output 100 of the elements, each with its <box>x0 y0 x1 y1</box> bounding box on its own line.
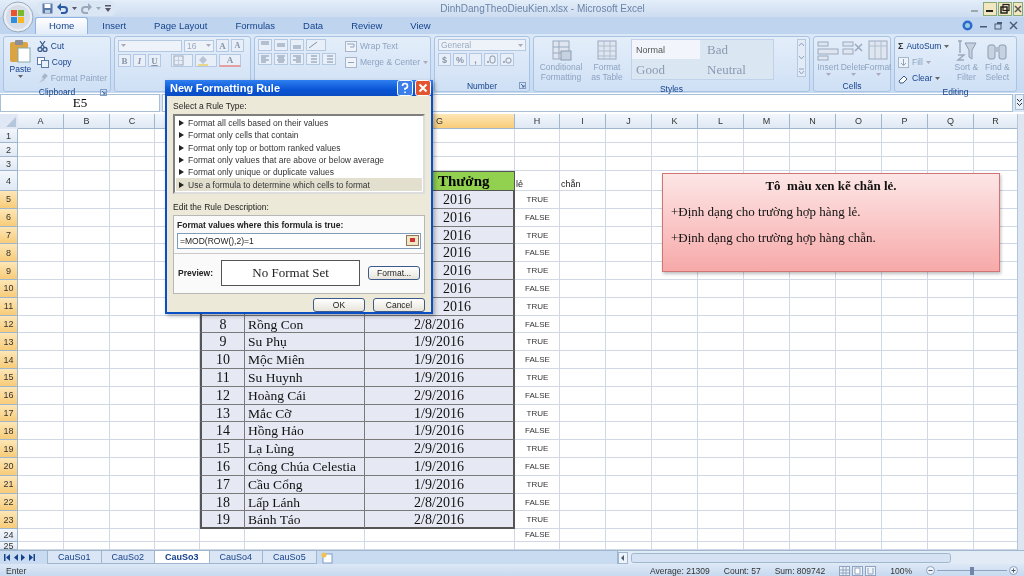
ribbon-tab[interactable]: Insert <box>88 17 141 34</box>
cut-button[interactable]: Cut <box>36 39 107 53</box>
text-orientation-icon[interactable] <box>306 39 326 51</box>
rule-type-item[interactable]: Use a formula to determine which cells to format <box>176 178 422 191</box>
page-layout-view-icon[interactable] <box>852 565 864 576</box>
customize-toolbar-icon[interactable] <box>105 4 111 13</box>
row-header[interactable]: 4 <box>0 171 18 191</box>
row-header[interactable]: 13 <box>0 333 18 352</box>
ribbon-tab[interactable]: Page Layout <box>140 17 222 34</box>
sheet-tab[interactable]: CauSo5 <box>262 551 317 564</box>
column-header[interactable]: L <box>698 114 744 129</box>
borders-icon[interactable] <box>171 54 193 67</box>
help-icon[interactable] <box>397 80 413 96</box>
cell-styles-gallery[interactable]: Normal Bad Good Neutral <box>631 39 774 80</box>
cancel-button[interactable]: Cancel <box>373 297 425 312</box>
dialog-launcher-icon[interactable] <box>519 82 526 89</box>
insert-sheet-icon[interactable] <box>320 552 335 564</box>
ribbon-tab[interactable]: Formulas <box>221 17 290 34</box>
first-sheet-icon[interactable] <box>4 554 10 561</box>
scroll-thumb-icon[interactable] <box>631 552 951 563</box>
align-left-icon[interactable] <box>258 53 272 65</box>
paste-button[interactable]: Paste <box>7 39 34 78</box>
row-header[interactable]: 24 <box>0 529 18 543</box>
row-header[interactable]: 3 <box>0 157 18 171</box>
format-button[interactable]: Format... <box>368 265 420 280</box>
rule-type-item[interactable]: Format only top or bottom ranked values <box>176 141 422 154</box>
save-icon[interactable] <box>42 3 53 14</box>
formula-field[interactable]: =MOD(ROW(),2)=1 <box>177 232 421 249</box>
rule-type-item[interactable]: Format only values that are above or below average <box>176 153 422 167</box>
dialog-launcher-icon[interactable] <box>100 88 107 96</box>
row-header[interactable]: 19 <box>0 440 18 458</box>
row-header[interactable]: 9 <box>0 262 18 280</box>
row-header[interactable]: 14 <box>0 351 18 369</box>
align-middle-icon[interactable] <box>274 39 288 51</box>
clear-button[interactable]: Clear <box>898 71 950 85</box>
sheet-tab[interactable]: CauSo4 <box>208 551 264 564</box>
undo-icon[interactable] <box>57 3 68 14</box>
ribbon-tab[interactable]: View <box>396 17 445 34</box>
slider-thumb[interactable] <box>970 566 974 575</box>
column-header[interactable]: B <box>64 114 110 129</box>
increase-indent-icon[interactable] <box>322 53 336 65</box>
vertical-scrollbar[interactable] <box>1017 114 1024 550</box>
row-header[interactable]: 18 <box>0 422 18 441</box>
sheet-tab[interactable]: CauSo1 <box>47 551 102 564</box>
column-header[interactable]: M <box>744 114 790 129</box>
page-break-view-icon[interactable] <box>865 565 877 576</box>
minimize-icon[interactable] <box>983 1 997 16</box>
column-header[interactable]: R <box>974 114 1017 129</box>
increase-decimal-icon[interactable] <box>484 53 498 66</box>
ribbon-tab[interactable]: Data <box>289 17 338 34</box>
help-icon[interactable] <box>962 20 973 31</box>
decrease-indent-icon[interactable] <box>306 53 320 65</box>
fill-color-icon[interactable] <box>195 54 217 67</box>
copy-button[interactable]: Copy <box>36 55 107 69</box>
zoom-in-icon[interactable] <box>1009 566 1018 575</box>
column-header[interactable]: P <box>882 114 928 129</box>
ribbon-tab[interactable]: Review <box>337 17 397 34</box>
ok-button[interactable]: OK <box>313 297 365 312</box>
column-header[interactable]: K <box>652 114 698 129</box>
close-icon[interactable] <box>1013 1 1023 16</box>
expand-icon[interactable] <box>1015 94 1024 110</box>
cell-style[interactable]: Normal <box>632 40 700 59</box>
align-bottom-icon[interactable] <box>290 39 304 51</box>
align-top-icon[interactable] <box>258 39 272 51</box>
ribbon-tab[interactable]: Home <box>35 17 89 34</box>
zoom-out-icon[interactable] <box>926 566 935 575</box>
previous-sheet-icon[interactable] <box>13 554 18 561</box>
rule-type-list[interactable] <box>173 114 425 194</box>
zoom-slider[interactable] <box>937 566 1007 575</box>
column-header[interactable]: A <box>18 114 64 129</box>
align-right-icon[interactable] <box>290 53 304 65</box>
column-header[interactable]: O <box>836 114 882 129</box>
column-header[interactable]: H <box>515 114 560 129</box>
close-icon[interactable] <box>1009 21 1018 30</box>
gallery-scroll-icon[interactable] <box>797 39 806 77</box>
row-header[interactable]: 8 <box>0 244 18 263</box>
normal-view-icon[interactable] <box>839 565 851 576</box>
next-sheet-icon[interactable] <box>21 554 26 561</box>
column-header[interactable]: Q <box>928 114 974 129</box>
zoom-level[interactable]: 100% <box>890 565 912 576</box>
scroll-left-icon[interactable] <box>618 551 628 564</box>
rule-type-item[interactable]: Format only cells that contain <box>176 129 422 142</box>
collapse-dialog-icon[interactable] <box>406 235 419 247</box>
autosum-button[interactable]: Σ AutoSum <box>898 39 950 53</box>
row-header[interactable]: 1 <box>0 129 18 143</box>
align-center-icon[interactable] <box>274 53 288 65</box>
last-sheet-icon[interactable] <box>29 554 35 561</box>
sheet-tab[interactable]: CauSo3 <box>154 551 210 564</box>
column-header[interactable]: J <box>606 114 652 129</box>
redo-icon[interactable] <box>81 3 92 14</box>
decrease-decimal-icon[interactable] <box>500 53 514 66</box>
font-name-field[interactable] <box>118 39 182 52</box>
column-header[interactable]: C <box>110 114 155 129</box>
sheet-tab[interactable]: CauSo2 <box>100 551 156 564</box>
row-header[interactable]: 5 <box>0 191 18 209</box>
column-header[interactable]: N <box>790 114 836 129</box>
restore-icon[interactable] <box>998 1 1012 16</box>
horizontal-scrollbar[interactable] <box>617 551 1024 564</box>
row-header[interactable]: 23 <box>0 511 18 530</box>
row-header[interactable]: 2 <box>0 143 18 157</box>
